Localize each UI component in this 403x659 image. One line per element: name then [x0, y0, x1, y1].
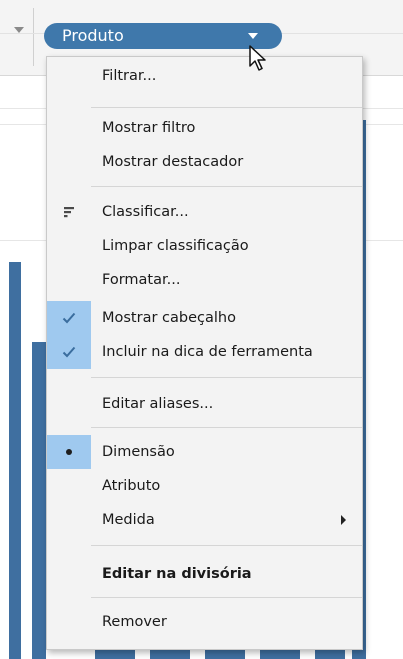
menu-item-formatar[interactable]: Formatar... — [47, 263, 362, 297]
menu-item-mostrar-destacador[interactable]: Mostrar destacador — [47, 145, 362, 179]
produto-pill[interactable]: Produto — [44, 23, 282, 49]
menu-item-label: Classificar... — [102, 204, 189, 220]
menu-item-editar-divisoria[interactable]: Editar na divisória — [47, 557, 362, 591]
menu-separator — [91, 377, 362, 378]
menu-item-label: Filtrar... — [102, 68, 157, 84]
menu-item-mostrar-filtro[interactable]: Mostrar filtro — [47, 111, 362, 145]
bar-mark — [9, 262, 21, 659]
chevron-right-icon — [341, 515, 346, 525]
menu-item-label: Mostrar filtro — [102, 120, 196, 136]
menu-item-label: Mostrar destacador — [102, 154, 244, 170]
pill-caret-icon[interactable] — [248, 33, 258, 39]
menu-item-classificar[interactable]: Classificar... — [47, 195, 362, 229]
menu-item-label: Formatar... — [102, 272, 181, 288]
menu-item-remover[interactable]: Remover — [47, 605, 362, 639]
menu-separator — [91, 427, 362, 428]
pill-label: Produto — [62, 26, 124, 45]
menu-item-label: Remover — [102, 614, 167, 630]
menu-item-label: Atributo — [102, 478, 161, 494]
bar-mark — [32, 342, 46, 659]
menu-item-label: Medida — [102, 512, 155, 528]
menu-separator — [91, 545, 362, 546]
menu-item-label: Limpar classificação — [102, 238, 249, 254]
menu-item-filtrar[interactable]: Filtrar... — [47, 59, 362, 93]
menu-item-label: Incluir na dica de ferramenta — [102, 344, 313, 360]
menu-item-atributo[interactable]: Atributo — [47, 469, 362, 503]
bullet-icon — [47, 435, 91, 469]
menu-item-label: Mostrar cabeçalho — [102, 310, 236, 326]
menu-item-label: Dimensão — [102, 444, 175, 460]
menu-separator — [91, 186, 362, 187]
mouse-cursor-icon — [249, 45, 266, 71]
context-menu: Filtrar... Mostrar filtro Mostrar destac… — [46, 56, 363, 650]
menu-separator — [91, 107, 362, 108]
menu-item-editar-aliases[interactable]: Editar aliases... — [47, 387, 362, 421]
menu-item-label: Editar aliases... — [102, 396, 214, 412]
sort-icon — [47, 195, 91, 229]
menu-item-limpar-classificacao[interactable]: Limpar classificação — [47, 229, 362, 263]
menu-item-incluir-dica[interactable]: Incluir na dica de ferramenta — [47, 335, 362, 369]
menu-separator — [91, 597, 362, 598]
check-icon — [47, 335, 91, 369]
menu-item-medida[interactable]: Medida — [47, 503, 362, 537]
menu-item-mostrar-cabecalho[interactable]: Mostrar cabeçalho — [47, 301, 362, 335]
check-icon — [47, 301, 91, 335]
menu-item-dimensao[interactable]: Dimensão — [47, 435, 362, 469]
menu-item-label: Editar na divisória — [102, 566, 252, 582]
shelf-divider — [33, 8, 34, 66]
